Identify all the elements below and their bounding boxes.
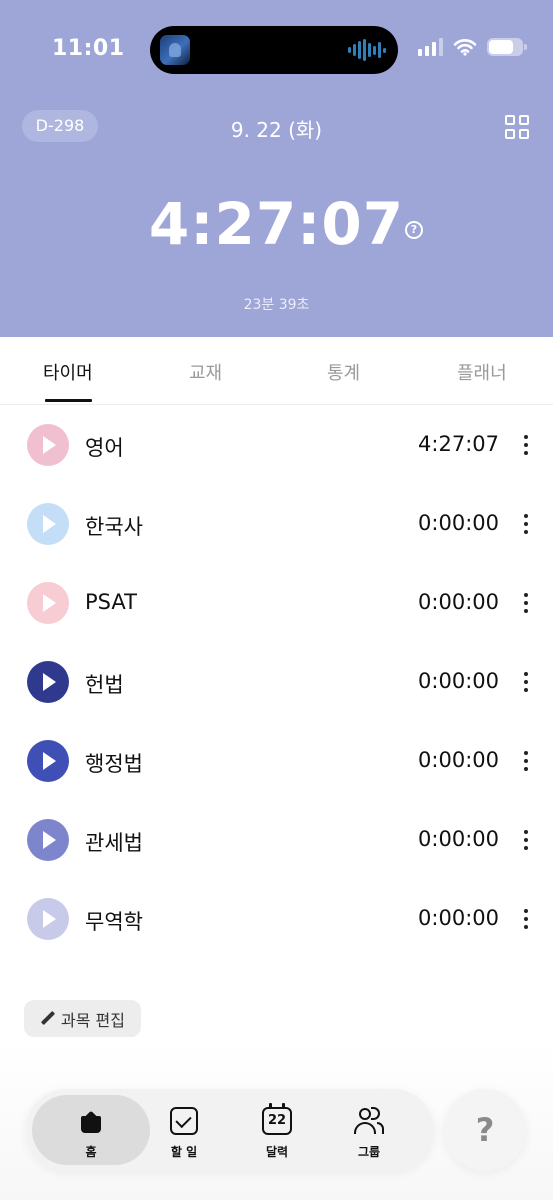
subject-row[interactable]: 행정법 0:00:00 xyxy=(0,721,553,800)
play-button[interactable] xyxy=(27,424,69,466)
more-vertical-icon[interactable] xyxy=(523,593,529,613)
tab-textbook[interactable]: 교재 xyxy=(189,359,222,385)
subject-name: 무역학 xyxy=(85,910,143,934)
subject-time: 0:00:00 xyxy=(418,906,499,930)
album-art-icon xyxy=(160,35,190,65)
more-vertical-icon[interactable] xyxy=(523,435,529,455)
nav-label: 그룹 xyxy=(357,1145,381,1159)
subject-name: 행정법 xyxy=(85,752,143,776)
waveform-icon xyxy=(348,39,386,61)
subject-name: 헌법 xyxy=(85,673,124,697)
subject-row[interactable]: 무역학 0:00:00 xyxy=(0,879,553,958)
play-button[interactable] xyxy=(27,503,69,545)
more-vertical-icon[interactable] xyxy=(523,909,529,929)
status-time: 11:01 xyxy=(52,36,125,61)
more-vertical-icon[interactable] xyxy=(523,514,529,534)
active-tab-indicator xyxy=(45,399,92,402)
battery-icon xyxy=(487,38,527,56)
sub-time: 23분 39초 xyxy=(243,297,310,313)
subject-time: 4:27:07 xyxy=(418,432,499,456)
status-icons xyxy=(418,38,527,56)
dynamic-island[interactable] xyxy=(150,26,398,74)
tab-timer[interactable]: 타이머 xyxy=(43,359,93,385)
subject-time: 0:00:00 xyxy=(418,590,499,614)
play-button[interactable] xyxy=(27,661,69,703)
subject-name: PSAT xyxy=(85,590,137,614)
more-vertical-icon[interactable] xyxy=(523,830,529,850)
subject-row[interactable]: 관세법 0:00:00 xyxy=(0,800,553,879)
question-circle-icon[interactable]: ? xyxy=(405,221,423,239)
dday-badge[interactable]: D-298 xyxy=(22,110,98,142)
subject-time: 0:00:00 xyxy=(418,748,499,772)
tab-bar: 타이머 교재 통계 플래너 xyxy=(0,337,553,405)
calendar-day: 22 xyxy=(267,1113,287,1128)
group-icon xyxy=(354,1107,384,1135)
subject-time: 0:00:00 xyxy=(418,669,499,693)
edit-subjects-label: 과목 편집 xyxy=(61,1010,125,1030)
home-icon xyxy=(78,1107,104,1133)
play-button[interactable] xyxy=(27,740,69,782)
date-label[interactable]: 9. 22 (화) xyxy=(231,118,322,142)
calendar-icon: 22 xyxy=(262,1103,292,1135)
play-button[interactable] xyxy=(27,582,69,624)
cellular-signal-icon xyxy=(418,38,443,56)
subject-name: 한국사 xyxy=(85,515,143,539)
subject-time: 0:00:00 xyxy=(418,827,499,851)
subject-row[interactable]: 영어 4:27:07 xyxy=(0,405,553,484)
total-time: 4:27:07 xyxy=(148,190,405,258)
play-button[interactable] xyxy=(27,819,69,861)
subject-time: 0:00:00 xyxy=(418,511,499,535)
subject-row[interactable]: 한국사 0:00:00 xyxy=(0,484,553,563)
edit-subjects-button[interactable]: 과목 편집 xyxy=(24,1000,141,1037)
grid-icon[interactable] xyxy=(505,115,529,139)
pencil-icon xyxy=(40,1011,55,1026)
tab-stats[interactable]: 통계 xyxy=(327,359,360,385)
nav-group[interactable]: 그룹 xyxy=(310,1095,428,1165)
more-vertical-icon[interactable] xyxy=(523,672,529,692)
subject-row[interactable]: 헌법 0:00:00 xyxy=(0,642,553,721)
tab-planner[interactable]: 플래너 xyxy=(457,359,507,385)
header: 11:01 D-298 9. 22 (화) 4:27:07 ? 23분 39초 xyxy=(0,0,553,337)
wifi-icon xyxy=(453,39,477,56)
bottom-nav: 홈 할 일 22 달력 그룹 xyxy=(26,1089,434,1171)
subject-name: 영어 xyxy=(85,436,124,460)
checkbox-icon xyxy=(170,1107,198,1135)
more-vertical-icon[interactable] xyxy=(523,751,529,771)
help-button[interactable]: ? xyxy=(444,1089,526,1171)
play-button[interactable] xyxy=(27,898,69,940)
subject-row[interactable]: PSAT 0:00:00 xyxy=(0,563,553,642)
subject-name: 관세법 xyxy=(85,831,143,855)
